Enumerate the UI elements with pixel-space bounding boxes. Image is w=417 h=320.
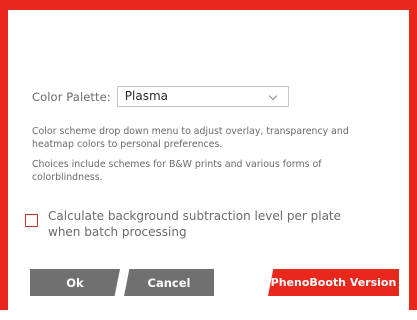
palette-choices-text: Choices include schemes for B&W prints a… xyxy=(32,159,322,183)
chevron-down-icon xyxy=(268,91,278,101)
color-palette-select[interactable]: Plasma xyxy=(116,86,289,107)
color-palette-selected-value: Plasma xyxy=(124,89,169,103)
cancel-button[interactable]: Cancel xyxy=(124,269,214,296)
background-subtraction-checkbox[interactable] xyxy=(25,214,38,227)
color-palette-row: Color Palette: Plasma xyxy=(32,86,289,107)
background-subtraction-label[interactable]: Calculate background subtraction level p… xyxy=(48,208,368,240)
bottom-strip xyxy=(0,310,417,320)
background-subtraction-option[interactable]: Calculate background subtraction level p… xyxy=(25,208,368,240)
ok-button[interactable]: Ok xyxy=(30,269,120,296)
palette-description-text: Color scheme drop down menu to adjust ov… xyxy=(32,126,349,150)
color-palette-label: Color Palette: xyxy=(32,89,111,104)
phenobooth-version-button[interactable]: PhenoBooth Version xyxy=(268,269,399,296)
